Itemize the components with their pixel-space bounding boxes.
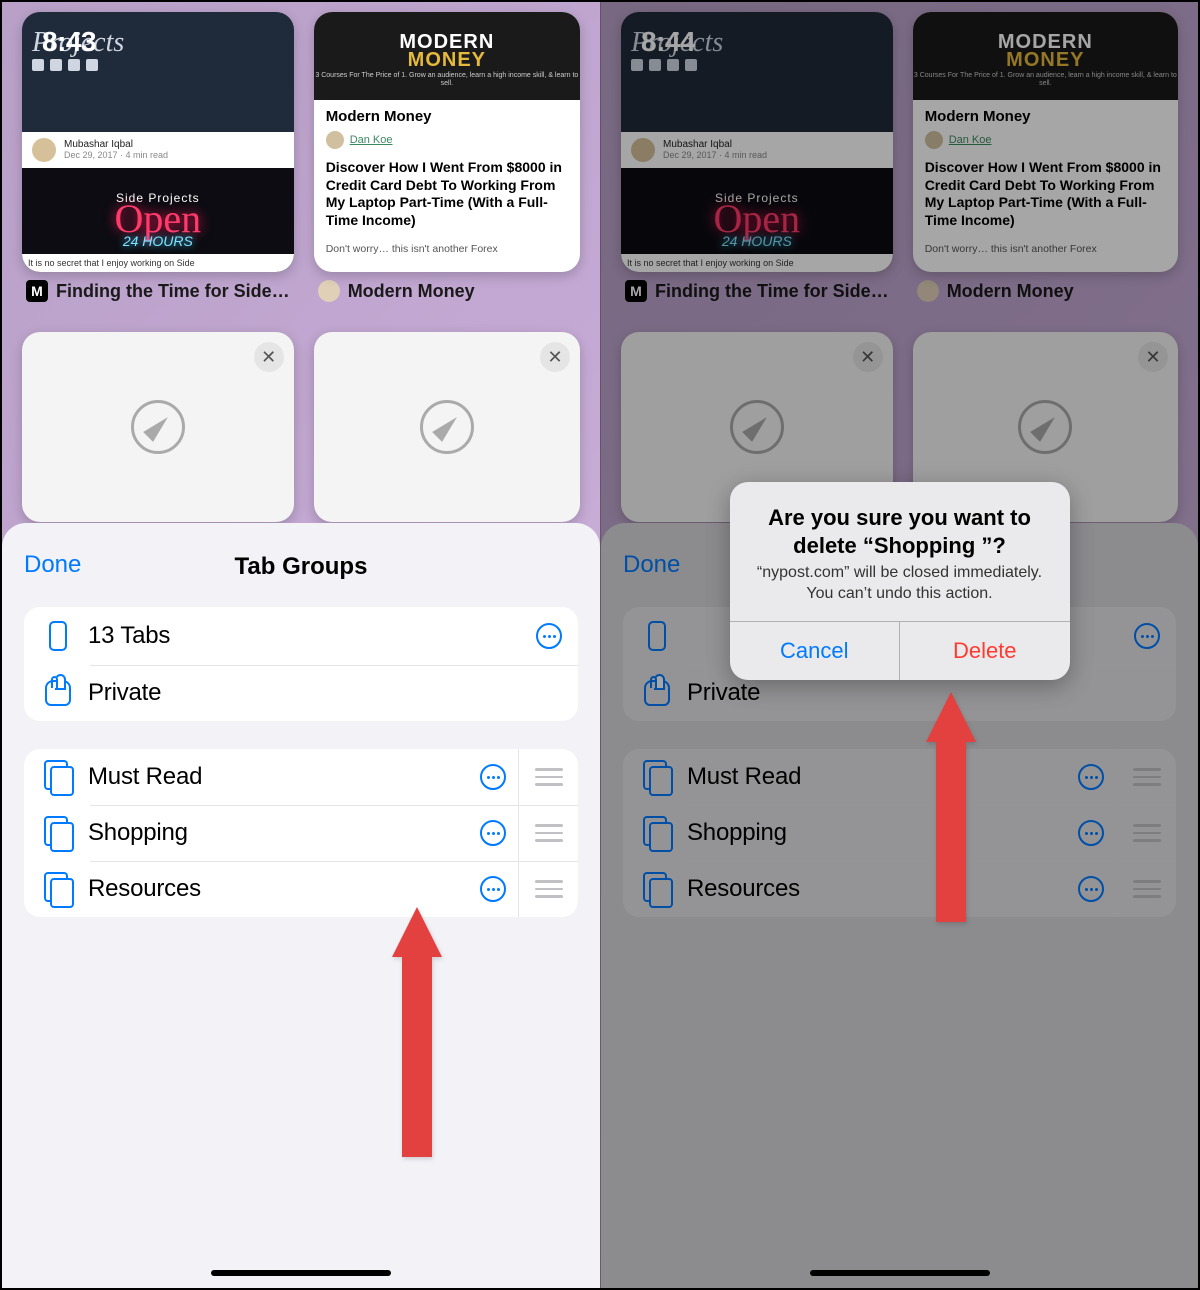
compass-icon bbox=[730, 400, 784, 454]
stack-icon bbox=[47, 763, 69, 791]
tabs-grid: Projects Mubashar Iqbal Dec 29, 2017 · 4… bbox=[601, 2, 1198, 532]
alert-message: “nypost.com” will be closed immediately.… bbox=[750, 563, 1050, 605]
hand-icon bbox=[644, 680, 670, 706]
compass-icon bbox=[131, 400, 185, 454]
more-icon[interactable] bbox=[1078, 764, 1104, 790]
stack-icon bbox=[47, 819, 69, 847]
phone-left: 8:43 Projects Mubashar Iqbal Dec 29, 201… bbox=[2, 2, 600, 1288]
row-private[interactable]: Private bbox=[24, 665, 578, 721]
card2-money: MONEY bbox=[408, 51, 486, 69]
group-section-2: Must Read Shopping Resources bbox=[24, 749, 578, 917]
phone-icon bbox=[648, 621, 666, 651]
row-shopping[interactable]: Shopping bbox=[623, 805, 1176, 861]
group-section-2: Must Read Shopping Resources bbox=[623, 749, 1176, 917]
stack-icon bbox=[47, 875, 69, 903]
phone-right: 8:44 Projects Mubashar Iqbal Dec 29, 201… bbox=[600, 2, 1198, 1288]
favicon-medium-icon: M bbox=[26, 280, 48, 302]
sheet-title: Tab Groups bbox=[2, 553, 600, 581]
row-label: 13 Tabs bbox=[88, 622, 536, 650]
home-indicator[interactable] bbox=[211, 1270, 391, 1276]
row-resources[interactable]: Resources bbox=[623, 861, 1176, 917]
card2-footer: Don't worry… this isn't another Forex bbox=[326, 243, 568, 255]
drag-handle[interactable] bbox=[1116, 749, 1176, 805]
tab-label-1: Finding the Time for Side… bbox=[56, 281, 290, 302]
row-must-read[interactable]: Must Read bbox=[24, 749, 578, 805]
close-icon[interactable]: ✕ bbox=[1138, 342, 1168, 372]
favicon-medium-icon: M bbox=[625, 280, 647, 302]
tab-groups-sheet: Done Tab Groups 13 Tabs Private Must Rea… bbox=[2, 523, 600, 1288]
drag-handle[interactable] bbox=[518, 749, 578, 805]
done-button[interactable]: Done bbox=[24, 551, 81, 579]
row-label: Resources bbox=[88, 875, 480, 903]
row-label: Must Read bbox=[88, 763, 480, 791]
home-indicator[interactable] bbox=[810, 1270, 990, 1276]
delete-button[interactable]: Delete bbox=[900, 622, 1070, 680]
card1-open: Open bbox=[115, 205, 202, 233]
favicon-avatar-icon bbox=[318, 280, 340, 302]
row-must-read[interactable]: Must Read bbox=[623, 749, 1176, 805]
row-label: Private bbox=[88, 679, 562, 707]
tab-card-empty-2[interactable]: ✕ bbox=[314, 332, 580, 522]
row-shopping[interactable]: Shopping bbox=[24, 805, 578, 861]
card2-sub: 3 Courses For The Price of 1. Grow an au… bbox=[314, 72, 580, 87]
cancel-button[interactable]: Cancel bbox=[730, 622, 901, 680]
phone-icon bbox=[49, 621, 67, 651]
done-button[interactable]: Done bbox=[623, 551, 680, 579]
close-icon[interactable]: ✕ bbox=[853, 342, 883, 372]
row-resources[interactable]: Resources bbox=[24, 861, 578, 917]
more-icon[interactable] bbox=[480, 876, 506, 902]
card2-headline: Discover How I Went From $8000 in Credit… bbox=[326, 159, 568, 229]
stack-icon bbox=[646, 819, 668, 847]
tab-label-2: Modern Money bbox=[348, 281, 475, 302]
row-13-tabs[interactable]: 13 Tabs bbox=[24, 607, 578, 665]
stack-icon bbox=[646, 763, 668, 791]
alert-title: Are you sure you want to delete “Shoppin… bbox=[750, 504, 1050, 559]
close-icon[interactable]: ✕ bbox=[254, 342, 284, 372]
stack-icon bbox=[646, 875, 668, 903]
drag-handle[interactable] bbox=[1116, 861, 1176, 917]
status-time: 8:44 bbox=[641, 26, 695, 58]
delete-alert: Are you sure you want to delete “Shoppin… bbox=[730, 482, 1070, 680]
tab-card-empty-1[interactable]: ✕ bbox=[22, 332, 294, 522]
tab-card-2[interactable]: MODERN MONEY 3 Courses For The Price of … bbox=[314, 12, 580, 302]
annotation-arrow bbox=[926, 692, 976, 922]
tab-card-2[interactable]: MODERN MONEY 3 Courses For The Price of … bbox=[913, 12, 1178, 302]
card1-author: Mubashar Iqbal bbox=[64, 139, 168, 150]
more-icon[interactable] bbox=[480, 764, 506, 790]
card2-title: Modern Money bbox=[326, 108, 568, 125]
favicon-avatar-icon bbox=[917, 280, 939, 302]
tabs-grid: Projects Mubashar Iqbal Dec 29, 2017 · 4… bbox=[2, 2, 600, 532]
status-time: 8:43 bbox=[42, 26, 96, 58]
more-icon[interactable] bbox=[1134, 623, 1160, 649]
more-icon[interactable] bbox=[536, 623, 562, 649]
drag-handle[interactable] bbox=[518, 861, 578, 917]
more-icon[interactable] bbox=[1078, 820, 1104, 846]
hand-icon bbox=[45, 680, 71, 706]
more-icon[interactable] bbox=[1078, 876, 1104, 902]
compass-icon bbox=[420, 400, 474, 454]
close-icon[interactable]: ✕ bbox=[540, 342, 570, 372]
card1-foot: It is no secret that I enjoy working on … bbox=[22, 254, 294, 272]
more-icon[interactable] bbox=[480, 820, 506, 846]
group-section-1: 13 Tabs Private bbox=[24, 607, 578, 721]
row-label: Shopping bbox=[88, 819, 480, 847]
card1-meta: Dec 29, 2017 · 4 min read bbox=[64, 150, 168, 160]
drag-handle[interactable] bbox=[518, 805, 578, 861]
drag-handle[interactable] bbox=[1116, 805, 1176, 861]
card2-author: Dan Koe bbox=[350, 134, 393, 146]
card1-hours: 24 HOURS bbox=[123, 233, 193, 249]
compass-icon bbox=[1018, 400, 1072, 454]
annotation-arrow bbox=[392, 907, 442, 1157]
